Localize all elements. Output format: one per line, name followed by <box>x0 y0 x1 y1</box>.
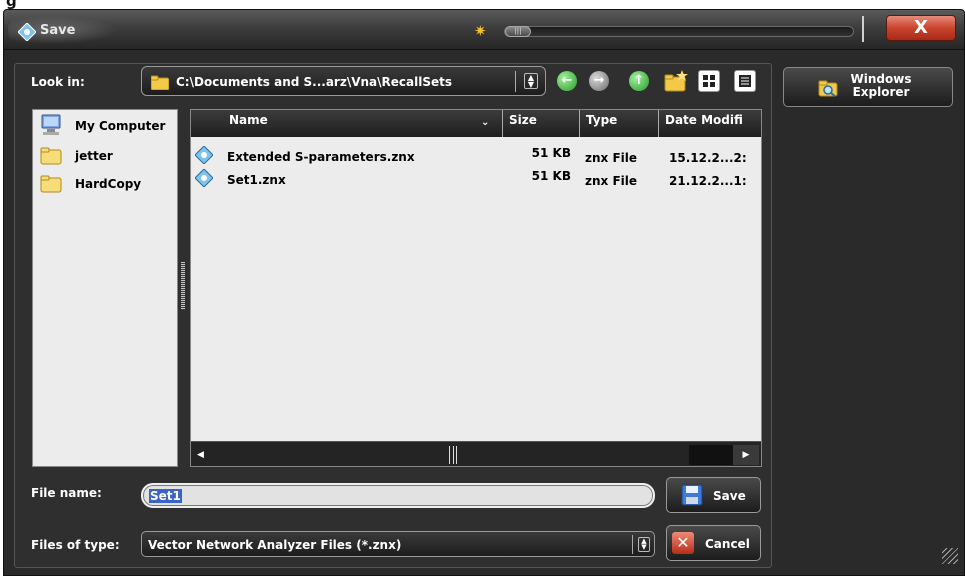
files-of-type-value: Vector Network Analyzer Files (*.znx) <box>148 538 402 552</box>
files-of-type-dropdown[interactable]: Vector Network Analyzer Files (*.znx) ▲ ▼ <box>141 531 655 557</box>
grid-view-button[interactable] <box>698 70 720 92</box>
brightness-sun-icon: ✷ <box>474 22 487 40</box>
file-size: 51 KB <box>531 169 571 183</box>
brightness-slider-thumb[interactable]: ||| <box>505 26 531 37</box>
background-strip: g <box>0 0 965 9</box>
look-in-label: Look in: <box>31 75 85 89</box>
dropdown-arrows-icon[interactable]: ▲ ▼ <box>524 73 538 89</box>
back-button[interactable]: ← <box>557 71 577 91</box>
scroll-thumb-grip[interactable] <box>449 446 457 464</box>
place-label: HardCopy <box>75 177 142 191</box>
new-folder-icon[interactable] <box>664 70 688 92</box>
explorer-folder-icon <box>818 80 838 97</box>
dropdown-divider <box>515 71 516 92</box>
dropdown-divider <box>632 535 633 554</box>
znx-file-icon <box>195 169 213 187</box>
look-in-path: C:\Documents and S...arz\Vna\RecallSets <box>176 75 452 89</box>
list-view-icon <box>739 75 751 87</box>
save-button[interactable]: Save <box>666 477 761 513</box>
windows-explorer-button[interactable]: Windows Explorer <box>783 67 953 107</box>
scroll-right-icon[interactable]: ▶ <box>733 445 759 465</box>
column-header-size[interactable]: Size <box>503 110 580 137</box>
place-label: My Computer <box>75 119 166 133</box>
title-separator <box>862 16 864 42</box>
up-folder-button[interactable]: ↑ <box>629 71 649 91</box>
znx-file-icon <box>195 146 213 164</box>
files-of-type-label: Files of type: <box>31 538 120 552</box>
file-type: znx File <box>585 174 638 188</box>
file-size: 51 KB <box>531 146 571 160</box>
save-label: Save <box>713 489 746 503</box>
dialog-title: Save <box>40 23 76 38</box>
look-in-dropdown[interactable]: C:\Documents and S...arz\Vna\RecallSets … <box>141 66 546 96</box>
floppy-disk-icon <box>681 484 703 506</box>
column-header-date[interactable]: Date Modifi <box>659 110 761 137</box>
folder-icon <box>40 147 62 165</box>
file-date: 15.12.2...2: <box>669 151 747 165</box>
place-label: jetter <box>75 149 113 163</box>
panel-splitter-handle[interactable] <box>181 262 185 310</box>
right-panel: Windows Explorer <box>779 63 959 568</box>
partial-heading: g <box>6 0 17 9</box>
chevron-down-icon: ⌄ <box>481 117 490 128</box>
file-name-value: Set1 <box>149 489 182 503</box>
close-button[interactable]: X <box>886 15 956 41</box>
windows-explorer-line2: Explorer <box>852 85 910 99</box>
brightness-slider[interactable]: ||| <box>504 26 854 37</box>
file-list-header: Name ⌄ Size Type Date Modifi <box>191 110 761 137</box>
cancel-button[interactable]: ✕ Cancel <box>666 525 761 561</box>
list-view-button[interactable] <box>734 70 756 92</box>
close-icon: ✕ <box>672 532 694 554</box>
file-list: Name ⌄ Size Type Date Modifi Extended S-… <box>190 109 762 467</box>
horizontal-scrollbar[interactable]: ◀ ▶ <box>191 441 761 466</box>
computer-icon <box>41 114 61 135</box>
places-panel: My Computer jetter HardCopy <box>32 109 178 467</box>
scroll-left-icon[interactable]: ◀ <box>197 450 204 460</box>
file-name: Set1.znx <box>227 173 286 187</box>
forward-button[interactable]: → <box>589 71 609 91</box>
file-name-label: File name: <box>31 486 102 500</box>
table-row[interactable]: Extended S-parameters.znx 51 KB znx File… <box>191 145 761 168</box>
scroll-track[interactable] <box>689 445 733 465</box>
file-name-field[interactable]: Set1 <box>141 483 655 508</box>
folder-icon <box>40 175 62 193</box>
app-diamond-icon <box>18 23 36 41</box>
file-name: Extended S-parameters.znx <box>227 150 415 164</box>
table-row[interactable]: Set1.znx 51 KB znx File 21.12.2...1: <box>191 168 761 191</box>
cancel-label: Cancel <box>705 537 750 551</box>
dropdown-arrows-icon[interactable]: ▲ ▼ <box>638 537 650 552</box>
column-header-type[interactable]: Type <box>580 110 659 137</box>
folder-icon <box>151 75 169 90</box>
resize-grip-handle[interactable] <box>942 548 958 564</box>
column-header-name[interactable]: Name ⌄ <box>191 110 503 137</box>
windows-explorer-label: Windows Explorer <box>850 73 912 99</box>
title-bar[interactable]: Save ✷ ||| X <box>4 10 964 50</box>
column-header-label: Name <box>229 113 268 127</box>
grid-view-icon <box>703 75 715 87</box>
file-type: znx File <box>585 151 638 165</box>
file-date: 21.12.2...1: <box>669 174 747 188</box>
